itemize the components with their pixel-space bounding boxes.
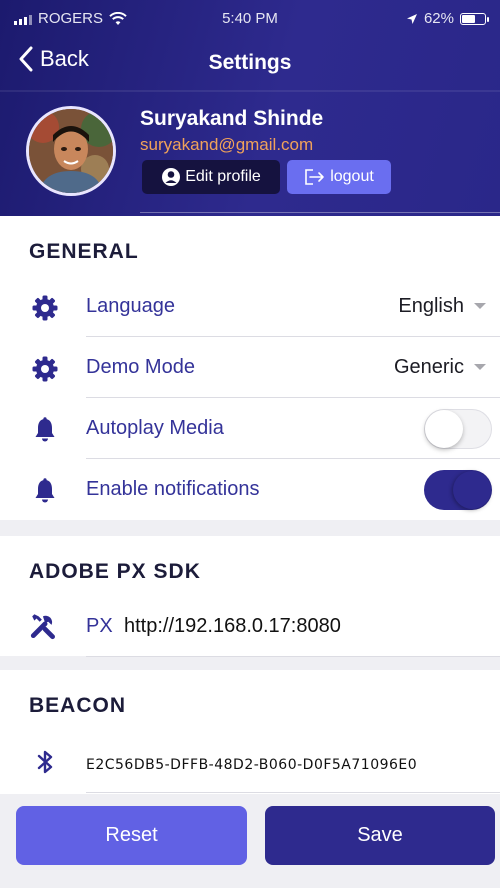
logout-button[interactable]: logout bbox=[287, 160, 391, 194]
navigation-bar: Back Settings bbox=[0, 40, 500, 88]
px-endpoint-input[interactable]: http://192.168.0.17:8080 bbox=[124, 615, 341, 638]
battery-fill bbox=[462, 14, 475, 23]
gear-icon bbox=[32, 295, 58, 321]
logout-label: logout bbox=[330, 168, 374, 185]
enable-notifications-label: Enable notifications bbox=[86, 478, 260, 500]
general-section: GENERAL Language English Demo Mode Gener… bbox=[0, 216, 500, 520]
demo-mode-label: Demo Mode bbox=[86, 356, 195, 378]
caret-down-icon bbox=[474, 364, 486, 370]
user-circle-icon bbox=[162, 168, 181, 186]
bluetooth-icon bbox=[37, 750, 53, 774]
demo-mode-row[interactable]: Demo Mode Generic bbox=[0, 337, 500, 398]
location-arrow-icon bbox=[406, 13, 417, 24]
gear-icon bbox=[32, 356, 58, 382]
edit-profile-button[interactable]: Edit profile bbox=[142, 160, 280, 194]
avatar bbox=[26, 106, 116, 196]
logout-icon bbox=[305, 169, 325, 185]
beacon-uuid-row[interactable]: E2C56DB5-DFFB-48D2-B060-D0F5A71096E0 bbox=[0, 732, 500, 793]
edit-profile-label: Edit profile bbox=[185, 168, 261, 185]
autoplay-media-row: Autoplay Media bbox=[0, 398, 500, 459]
save-button[interactable]: Save bbox=[265, 806, 495, 865]
beacon-uuid[interactable]: E2C56DB5-DFFB-48D2-B060-D0F5A71096E0 bbox=[86, 757, 417, 773]
language-row[interactable]: Language English bbox=[0, 276, 500, 337]
autoplay-media-label: Autoplay Media bbox=[86, 417, 224, 439]
autoplay-media-toggle[interactable] bbox=[424, 409, 492, 449]
enable-notifications-toggle[interactable] bbox=[424, 470, 492, 510]
profile-email[interactable]: suryakand@gmail.com bbox=[140, 135, 313, 155]
language-label: Language bbox=[86, 295, 175, 317]
enable-notifications-row: Enable notifications bbox=[0, 459, 500, 520]
section-title-adobe: ADOBE PX SDK bbox=[29, 560, 201, 583]
header: ROGERS 5:40 PM 62% Back Settings Suryaka… bbox=[0, 0, 500, 216]
demo-mode-select[interactable]: Generic bbox=[394, 356, 464, 379]
settings-screen: ROGERS 5:40 PM 62% Back Settings Suryaka… bbox=[0, 0, 500, 888]
avatar-image bbox=[29, 109, 113, 193]
caret-down-icon bbox=[474, 303, 486, 309]
adobe-px-sdk-section: ADOBE PX SDK PX http://192.168.0.17:8080 bbox=[0, 536, 500, 657]
battery-percent: 62% bbox=[423, 10, 454, 27]
px-endpoint-row[interactable]: PX http://192.168.0.17:8080 bbox=[0, 596, 500, 657]
section-title-beacon: BEACON bbox=[29, 694, 127, 717]
beacon-section: BEACON E2C56DB5-DFFB-48D2-B060-D0F5A7109… bbox=[0, 670, 500, 794]
tools-icon bbox=[30, 614, 55, 640]
battery-icon bbox=[460, 12, 489, 25]
bell-icon bbox=[35, 478, 55, 503]
px-label: PX bbox=[86, 615, 113, 637]
section-title-general: GENERAL bbox=[29, 240, 139, 263]
page-title: Settings bbox=[208, 51, 292, 74]
status-bar: ROGERS 5:40 PM 62% bbox=[0, 0, 500, 40]
reset-button[interactable]: Reset bbox=[16, 806, 247, 865]
bell-icon bbox=[35, 417, 55, 442]
language-select[interactable]: English bbox=[398, 295, 464, 318]
profile-name: Suryakand Shinde bbox=[140, 107, 324, 130]
